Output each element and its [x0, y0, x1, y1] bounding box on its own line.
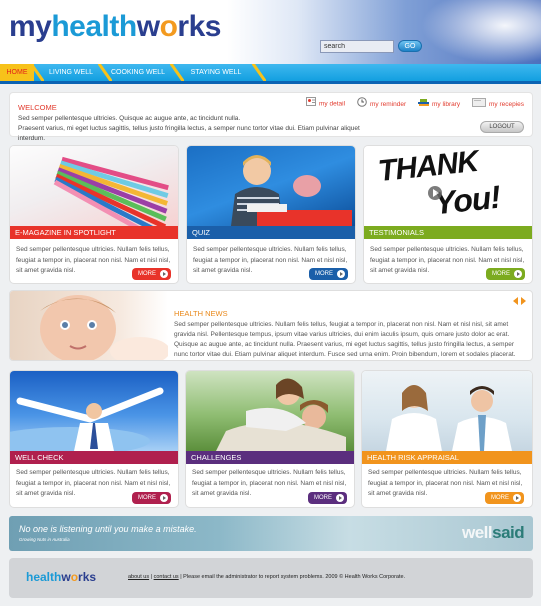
- nav-separator: [170, 64, 184, 81]
- news-title: HEALTH NEWS: [174, 309, 228, 318]
- welcome-panel: WELCOME Sed semper pellentesque ultricie…: [9, 92, 533, 142]
- magazine-stack-image: [10, 146, 178, 226]
- more-label: MORE: [314, 495, 332, 501]
- health-news-panel: HEALTH NEWS Sed semper pellentesque ultr…: [9, 290, 533, 361]
- logo-my: my: [9, 10, 52, 43]
- my-detail-link[interactable]: my detail: [306, 97, 345, 109]
- footer-logo-rks: rks: [78, 570, 97, 584]
- footer-copyright: Please email the administrator to report…: [181, 574, 406, 580]
- card-title-bar: QUIZ: [187, 226, 355, 239]
- more-button[interactable]: MORE: [132, 492, 171, 504]
- baby-image: [10, 291, 170, 360]
- arrow-right-icon: [513, 494, 521, 502]
- card-title-bar: E-MAGAZINE IN SPOTLIGHT: [10, 226, 178, 239]
- banner-quote: No one is listening until you make a mis…: [19, 524, 197, 534]
- more-label: MORE: [315, 271, 333, 277]
- nav-separator: [30, 64, 44, 81]
- recipe-card-icon: [472, 97, 486, 112]
- arrow-right-icon: [514, 270, 522, 278]
- clock-icon: [357, 97, 367, 112]
- card-testimonials: THANK You! TESTIMONIALS Sed semper pelle…: [363, 145, 533, 284]
- family-image: [186, 371, 354, 451]
- next-arrow-icon[interactable]: [521, 297, 526, 305]
- site-logo[interactable]: myhealthworks: [9, 10, 221, 44]
- footer-text: about us | contact us | Please email the…: [128, 574, 406, 580]
- play-icon[interactable]: [428, 186, 442, 200]
- contact-us-link[interactable]: contact us: [154, 574, 179, 580]
- card-well-check: WELL CHECK Sed semper pellentesque ultri…: [9, 370, 179, 508]
- my-reminder-link[interactable]: my reminder: [357, 97, 406, 109]
- more-button[interactable]: MORE: [132, 268, 171, 280]
- nav-item-staying-well[interactable]: STAYING WELL: [186, 64, 246, 81]
- doctors-image: [362, 371, 532, 451]
- go-button[interactable]: GO: [398, 40, 422, 52]
- my-reminder-label: my reminder: [370, 101, 407, 109]
- arrow-right-icon: [160, 494, 168, 502]
- more-button[interactable]: MORE: [308, 492, 347, 504]
- more-label: MORE: [138, 271, 156, 277]
- logo-health: health: [51, 10, 137, 43]
- footer-logo-health: health: [26, 570, 62, 584]
- boy-reading-image: [187, 146, 355, 226]
- arrow-right-icon: [336, 494, 344, 502]
- more-label: MORE: [138, 495, 156, 501]
- header: myhealthworks GO: [0, 0, 541, 64]
- more-label: MORE: [492, 271, 510, 277]
- logo-rks: rks: [177, 10, 221, 43]
- footer-logo-w: w: [61, 570, 71, 584]
- thank-you-line-2: You!: [432, 178, 502, 222]
- card-health-risk-appraisal: HEALTH RISK APPRAISAL Sed semper pellent…: [361, 370, 533, 508]
- card-title-bar: WELL CHECK: [10, 451, 178, 464]
- card-e-magazine: E-MAGAZINE IN SPOTLIGHT Sed semper pelle…: [9, 145, 179, 284]
- header-background-image: [421, 0, 541, 64]
- wellsaid-logo-said: said: [492, 523, 525, 542]
- search-input[interactable]: [320, 40, 394, 53]
- welcome-line-1: Sed semper pellentesque ultricies. Quisq…: [18, 115, 241, 122]
- banner-subtitle: Growing Nuts in Australia: [19, 537, 70, 542]
- my-library-link[interactable]: my library: [418, 97, 460, 109]
- nav-item-home[interactable]: HOME: [0, 64, 34, 81]
- books-icon: [418, 97, 429, 112]
- logo-w: w: [136, 10, 160, 43]
- wellsaid-logo: wellsaid: [462, 523, 525, 543]
- logo-o: o: [159, 10, 178, 43]
- more-button[interactable]: MORE: [309, 268, 348, 280]
- my-recepies-label: my recepies: [489, 101, 525, 109]
- welcome-text: Sed semper pellentesque ultricies. Quisq…: [18, 114, 388, 144]
- card-title-bar: HEALTH RISK APPRAISAL: [362, 451, 532, 464]
- nav-item-living-well[interactable]: LIVING WELL: [44, 64, 98, 81]
- welcome-line-2: Praesent varius, mi eget luctus sagittis…: [18, 125, 360, 142]
- wellsaid-logo-well: well: [462, 523, 493, 542]
- more-button[interactable]: MORE: [486, 268, 525, 280]
- more-label: MORE: [491, 495, 509, 501]
- logout-button[interactable]: LOGOUT: [480, 121, 524, 133]
- thank-you-video-image: THANK You!: [364, 146, 532, 226]
- card-quiz: QUIZ Sed semper pellentesque ultricies. …: [186, 145, 356, 284]
- card-title-bar: CHALLENGES: [186, 451, 354, 464]
- footer: healthworks about us | contact us | Plea…: [9, 558, 533, 598]
- my-library-label: my library: [432, 101, 461, 109]
- wellsaid-banner[interactable]: No one is listening until you make a mis…: [9, 516, 533, 551]
- news-text: Sed semper pellentesque ultricies. Nulla…: [174, 321, 516, 358]
- prev-arrow-icon[interactable]: [513, 297, 518, 305]
- main-nav: HOME LIVING WELL COOKING WELL STAYING WE…: [0, 64, 541, 84]
- footer-logo[interactable]: healthworks: [26, 570, 96, 584]
- welcome-title: WELCOME: [18, 103, 57, 112]
- arrow-right-icon: [160, 270, 168, 278]
- nav-item-cooking-well[interactable]: COOKING WELL: [110, 64, 166, 81]
- my-detail-label: my detail: [319, 100, 346, 108]
- more-button[interactable]: MORE: [485, 492, 524, 504]
- businessman-image: [10, 371, 178, 451]
- card-challenges: CHALLENGES Sed semper pellentesque ultri…: [185, 370, 355, 508]
- card-title-bar: TESTIMONIALS: [364, 226, 532, 239]
- user-card-icon: [306, 97, 316, 111]
- nav-separator: [252, 64, 266, 81]
- about-us-link[interactable]: about us: [128, 574, 149, 580]
- my-recepies-link[interactable]: my recepies: [472, 97, 524, 109]
- arrow-right-icon: [337, 270, 345, 278]
- footer-logo-o: o: [70, 570, 79, 584]
